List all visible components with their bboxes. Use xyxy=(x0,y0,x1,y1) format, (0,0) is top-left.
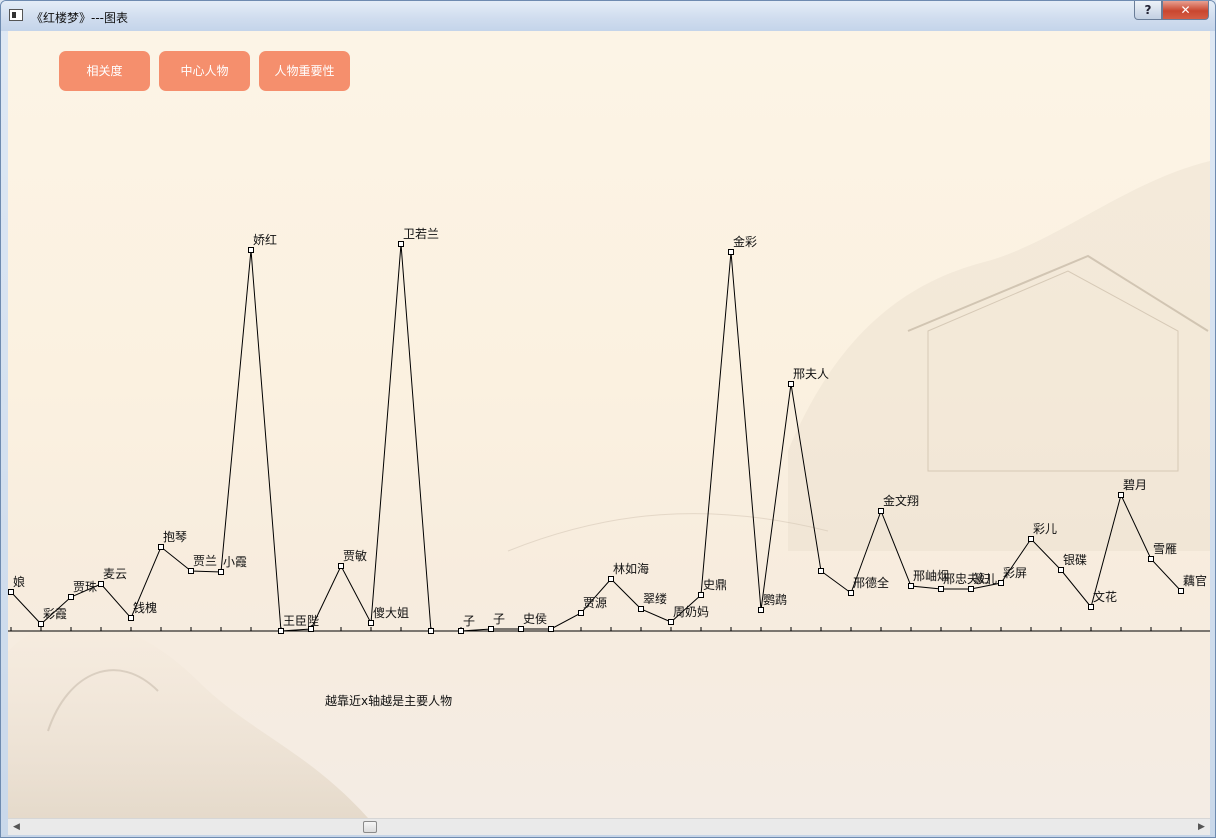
data-point xyxy=(818,568,824,574)
data-point xyxy=(1178,588,1184,594)
data-point xyxy=(308,626,314,632)
horizontal-scrollbar[interactable]: ◀ ▶ xyxy=(8,818,1210,835)
data-point xyxy=(188,568,194,574)
point-label: 贾敏 xyxy=(343,548,367,563)
point-label: 小霞 xyxy=(223,555,247,569)
point-label: 娘 xyxy=(13,574,25,589)
point-label: 鹦鹉 xyxy=(763,593,787,607)
scroll-right-arrow[interactable]: ▶ xyxy=(1193,819,1210,835)
data-point xyxy=(968,586,974,592)
point-label: 子 xyxy=(493,612,505,626)
point-label: 邢夫人 xyxy=(793,367,829,381)
close-button[interactable]: ✕ xyxy=(1162,1,1209,20)
chart-panel: 相关度 中心人物 人物重要性 娘彩霞 贾珠 麦云 钱槐 抱琴 贾兰 小霞 娇红 王臣陛 贾敏 傻大姐… xyxy=(8,31,1210,818)
point-label: 贾兰 xyxy=(193,554,217,568)
point-label: 抱琴 xyxy=(163,529,187,544)
data-point xyxy=(608,576,614,582)
point-label: 金文翔 xyxy=(883,493,919,508)
data-point xyxy=(1028,536,1034,542)
data-point xyxy=(668,619,674,625)
data-point xyxy=(908,583,914,589)
point-label: 傻大姐 xyxy=(373,606,409,620)
point-label: 彩屏 xyxy=(1003,566,1027,580)
point-label: 史侯 xyxy=(523,612,547,626)
data-point xyxy=(488,626,494,632)
data-point xyxy=(218,569,224,575)
data-point xyxy=(998,580,1004,586)
title-bar[interactable]: 《红楼梦》---图表 ? ✕ xyxy=(1,1,1215,31)
chart-caption: 越靠近x轴越是主要人物 xyxy=(325,693,452,708)
data-point xyxy=(878,508,884,514)
window-title: 《红楼梦》---图表 xyxy=(31,11,128,25)
point-label: 林如海 xyxy=(613,561,649,576)
app-icon xyxy=(9,9,23,21)
point-label: 银碟 xyxy=(1063,553,1087,567)
data-point xyxy=(518,626,524,632)
data-point xyxy=(728,249,734,255)
data-point xyxy=(128,615,134,621)
point-label: 藕官 xyxy=(1183,573,1207,588)
point-label: 文花 xyxy=(1093,589,1117,604)
point-label: 贾源 xyxy=(583,596,607,610)
point-label: 王臣陛 xyxy=(283,613,319,628)
help-button[interactable]: ? xyxy=(1134,1,1162,20)
data-point xyxy=(758,607,764,613)
point-label: 碧月 xyxy=(1123,478,1147,492)
point-label: 篆儿 xyxy=(973,571,997,586)
point-label: 史鼎 xyxy=(703,578,727,592)
data-point xyxy=(698,592,704,598)
character-line-chart: 娘彩霞贾珠麦云钱槐 抱琴贾兰 小霞 娇红王臣陛 贾敏傻大姐 卫若兰子 子 史侯 贾源 林如海翠缕周… xyxy=(8,227,1210,708)
data-point xyxy=(938,586,944,592)
data-point xyxy=(1058,567,1064,573)
data-point xyxy=(638,606,644,612)
point-label: 彩霞 xyxy=(43,607,67,621)
point-label: 翠缕 xyxy=(643,592,667,606)
data-point xyxy=(368,620,374,626)
point-label: 雪雁 xyxy=(1153,542,1177,556)
data-point xyxy=(278,628,284,634)
data-point xyxy=(1148,556,1154,562)
main-window: 《红楼梦》---图表 ? ✕ 相关度 中心人物 人物重要性 娘彩霞 贾珠 麦云 钱槐抱… xyxy=(0,0,1216,838)
data-point xyxy=(578,610,584,616)
data-point xyxy=(848,590,854,596)
point-label: 钱槐 xyxy=(133,600,157,615)
data-point xyxy=(38,621,44,627)
data-point xyxy=(428,628,434,634)
data-point xyxy=(458,628,464,634)
data-point xyxy=(338,563,344,569)
point-label: 彩儿 xyxy=(1033,522,1057,536)
scroll-left-arrow[interactable]: ◀ xyxy=(8,819,25,835)
point-label: 子 xyxy=(463,614,475,628)
data-point xyxy=(1118,492,1124,498)
data-point xyxy=(98,581,104,587)
data-point xyxy=(158,544,164,550)
point-label: 邢德全 xyxy=(853,575,889,590)
scroll-thumb[interactable] xyxy=(363,821,377,833)
point-label: 卫若兰 xyxy=(403,227,439,241)
point-label: 娇红 xyxy=(253,232,277,247)
point-label: 贾珠 xyxy=(73,580,97,594)
point-label: 金彩 xyxy=(733,234,757,249)
data-point xyxy=(788,381,794,387)
data-point xyxy=(68,594,74,600)
data-point xyxy=(8,589,14,595)
point-label: 周奶妈 xyxy=(673,605,709,619)
data-point xyxy=(398,241,404,247)
data-point xyxy=(1088,604,1094,610)
data-point xyxy=(548,626,554,632)
data-point xyxy=(248,247,254,253)
point-label: 麦云 xyxy=(103,567,127,581)
